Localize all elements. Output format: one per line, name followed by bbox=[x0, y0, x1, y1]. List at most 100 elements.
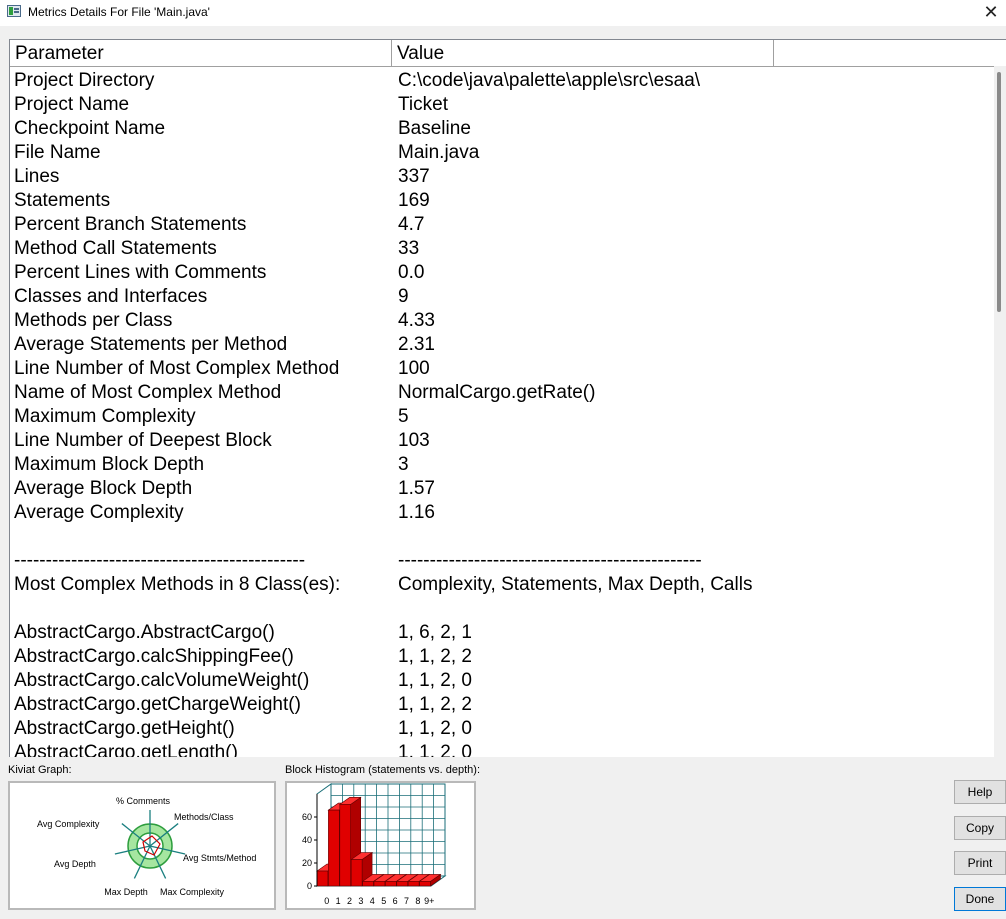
value-cell: 3 bbox=[398, 454, 409, 475]
table-row[interactable]: Line Number of Most Complex Method 100 bbox=[10, 357, 995, 381]
parameter-cell: Percent Branch Statements bbox=[14, 214, 247, 235]
table-row[interactable]: Average Statements per Method 2.31 bbox=[10, 333, 995, 357]
help-button[interactable]: Help bbox=[954, 780, 1006, 804]
value-cell: Ticket bbox=[398, 94, 448, 115]
table-row[interactable] bbox=[10, 597, 995, 621]
table-row[interactable]: AbstractCargo.AbstractCargo() 1, 6, 2, 1 bbox=[10, 621, 995, 645]
value-cell: 1.16 bbox=[398, 502, 435, 523]
parameter-cell: Lines bbox=[14, 166, 60, 187]
parameter-cell: AbstractCargo.getHeight() bbox=[14, 718, 235, 739]
histogram-bar bbox=[316, 870, 329, 887]
histogram-x-tick-label: 1 bbox=[336, 896, 341, 906]
table-row[interactable]: Method Call Statements 33 bbox=[10, 237, 995, 261]
table-row[interactable]: Project Directory C:\code\java\palette\ap… bbox=[10, 69, 995, 93]
metrics-list[interactable]: Parameter Value Project Directory C:\code… bbox=[9, 39, 1006, 757]
table-row[interactable]: Statements 169 bbox=[10, 189, 995, 213]
table-row[interactable]: AbstractCargo.getChargeWeight() 1, 1, 2, … bbox=[10, 693, 995, 717]
histogram-label: Block Histogram (statements vs. depth): bbox=[285, 764, 481, 776]
histogram-bar bbox=[385, 881, 397, 887]
table-row[interactable]: Percent Lines with Comments 0.0 bbox=[10, 261, 995, 285]
block-histogram: 0 20 40 60 0 1 2 3 4 5 6 7 8 9+ bbox=[285, 781, 476, 910]
parameter-cell: File Name bbox=[14, 142, 101, 163]
table-row[interactable]: Checkpoint Name Baseline bbox=[10, 117, 995, 141]
vertical-scrollbar[interactable] bbox=[994, 66, 1006, 757]
histogram-bar bbox=[419, 881, 431, 887]
value-cell: 1, 6, 2, 1 bbox=[398, 622, 472, 643]
histogram-x-tick-label: 7 bbox=[404, 896, 409, 906]
kiviat-label: Kiviat Graph: bbox=[8, 764, 72, 776]
table-row[interactable]: Name of Most Complex Method NormalCargo.g… bbox=[10, 381, 995, 405]
histogram-bar bbox=[396, 881, 409, 887]
print-button[interactable]: Print bbox=[954, 851, 1006, 875]
table-row[interactable]: Classes and Interfaces 9 bbox=[10, 285, 995, 309]
value-cell: 1, 1, 2, 2 bbox=[398, 694, 472, 715]
table-row[interactable] bbox=[10, 525, 995, 549]
histogram-bar bbox=[373, 881, 386, 887]
table-row[interactable]: Lines 337 bbox=[10, 165, 995, 189]
parameter-cell: Line Number of Deepest Block bbox=[14, 430, 272, 451]
table-row[interactable]: AbstractCargo.getLength() 1, 1, 2, 0 bbox=[10, 741, 995, 757]
table-row[interactable]: Maximum Complexity 5 bbox=[10, 405, 995, 429]
value-cell: 169 bbox=[398, 190, 430, 211]
value-cell: 5 bbox=[398, 406, 409, 427]
parameter-cell: Maximum Complexity bbox=[14, 406, 196, 427]
table-row[interactable]: AbstractCargo.calcVolumeWeight() 1, 1, 2,… bbox=[10, 669, 995, 693]
done-button[interactable]: Done bbox=[954, 887, 1006, 911]
value-cell: 4.33 bbox=[398, 310, 435, 331]
parameter-cell: AbstractCargo.calcVolumeWeight() bbox=[14, 670, 310, 691]
table-row[interactable]: Average Block Depth 1.57 bbox=[10, 477, 995, 501]
value-cell: 1, 1, 2, 0 bbox=[398, 742, 472, 757]
close-button[interactable]: ✕ bbox=[976, 0, 1006, 26]
table-row[interactable]: Methods per Class 4.33 bbox=[10, 309, 995, 333]
value-cell: Main.java bbox=[398, 142, 480, 163]
value-cell: 9 bbox=[398, 286, 409, 307]
table-row[interactable]: Percent Branch Statements 4.7 bbox=[10, 213, 995, 237]
kiviat-axis-label: Avg Complexity bbox=[37, 819, 100, 829]
parameter-cell: Classes and Interfaces bbox=[14, 286, 208, 307]
parameter-cell: Most Complex Methods in 8 Class(es): bbox=[14, 574, 341, 595]
table-row[interactable]: Most Complex Methods in 8 Class(es): Comp… bbox=[10, 573, 995, 597]
histogram-x-tick-label: 3 bbox=[358, 896, 363, 906]
parameter-cell: Average Complexity bbox=[14, 502, 184, 523]
column-header-parameter[interactable]: Parameter bbox=[10, 40, 392, 66]
histogram-y-tick-label: 20 bbox=[302, 858, 312, 868]
value-cell: 33 bbox=[398, 238, 420, 259]
table-row[interactable]: ----------------------------------------… bbox=[10, 549, 995, 573]
parameter-cell: ----------------------------------------… bbox=[14, 550, 306, 571]
parameter-cell: Name of Most Complex Method bbox=[14, 382, 282, 403]
parameter-cell: AbstractCargo.calcShippingFee() bbox=[14, 646, 294, 667]
value-cell: Baseline bbox=[398, 118, 471, 139]
table-row[interactable]: Maximum Block Depth 3 bbox=[10, 453, 995, 477]
parameter-cell: Project Directory bbox=[14, 70, 155, 91]
copy-button[interactable]: Copy bbox=[954, 816, 1006, 840]
parameter-cell: Checkpoint Name bbox=[14, 118, 166, 139]
scrollbar-thumb[interactable] bbox=[997, 72, 1001, 312]
parameter-cell: Average Statements per Method bbox=[14, 334, 288, 355]
parameter-cell: Statements bbox=[14, 190, 111, 211]
value-cell: 1, 1, 2, 0 bbox=[398, 670, 472, 691]
app-icon bbox=[7, 5, 21, 17]
table-row[interactable]: AbstractCargo.calcShippingFee() 1, 1, 2, … bbox=[10, 645, 995, 669]
table-row[interactable]: Project Name Ticket bbox=[10, 93, 995, 117]
table-row[interactable]: Average Complexity 1.16 bbox=[10, 501, 995, 525]
column-header-value[interactable]: Value bbox=[392, 40, 774, 66]
title-bar: Metrics Details For File 'Main.java' ✕ bbox=[0, 0, 1006, 26]
table-row[interactable]: Line Number of Deepest Block 103 bbox=[10, 429, 995, 453]
table-row[interactable]: File Name Main.java bbox=[10, 141, 995, 165]
window-title: Metrics Details For File 'Main.java' bbox=[28, 5, 210, 19]
kiviat-axis-label: Max Complexity bbox=[160, 887, 225, 897]
histogram-y-tick-label: 60 bbox=[302, 812, 312, 822]
value-cell: 103 bbox=[398, 430, 430, 451]
value-cell: 100 bbox=[398, 358, 430, 379]
list-header: Parameter Value bbox=[10, 40, 1006, 67]
histogram-y-tick-label: 0 bbox=[307, 881, 312, 891]
parameter-cell: Maximum Block Depth bbox=[14, 454, 205, 475]
value-cell: ----------------------------------------… bbox=[398, 550, 702, 571]
kiviat-graph: % Comments Methods/Class Avg Stmts/Method M… bbox=[8, 781, 276, 910]
histogram-y-tick-label: 40 bbox=[302, 835, 312, 845]
table-row[interactable]: AbstractCargo.getHeight() 1, 1, 2, 0 bbox=[10, 717, 995, 741]
parameter-cell: Average Block Depth bbox=[14, 478, 193, 499]
value-cell: NormalCargo.getRate() bbox=[398, 382, 596, 403]
histogram-x-tick-label: 0 bbox=[324, 896, 329, 906]
histogram-x-tick-label: 9+ bbox=[424, 896, 434, 906]
